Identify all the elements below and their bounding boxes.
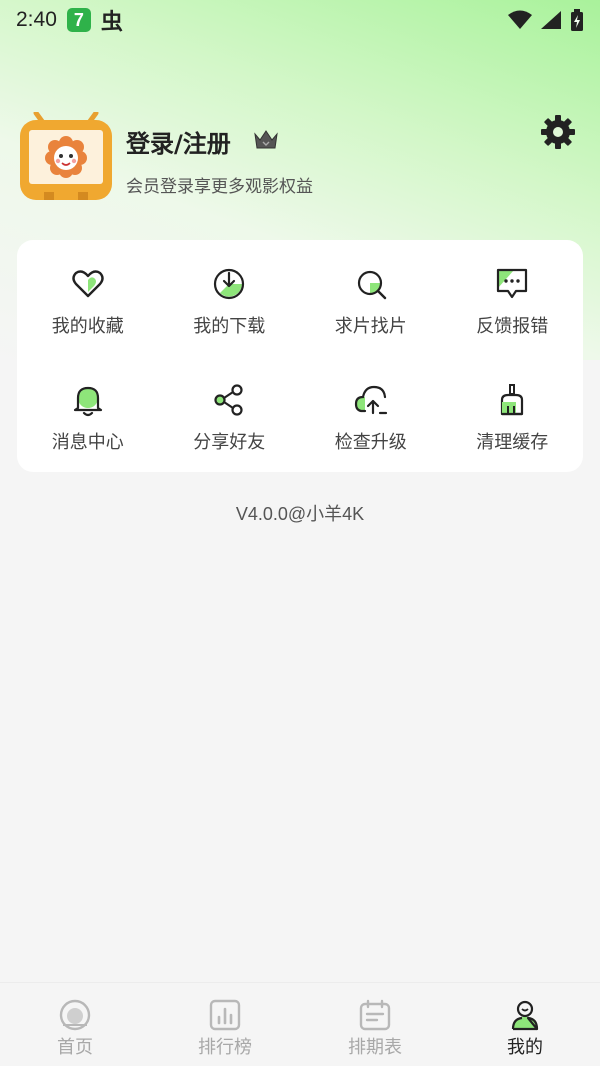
features-card: 我的收藏 我的下载 求片找片 反馈报错 消息中心 分享好友 检查升级 清理缓存 — [17, 240, 583, 472]
favorites-label: 我的收藏 — [51, 316, 124, 337]
avatar[interactable] — [16, 110, 116, 204]
login-register-link[interactable]: 登录/注册 — [126, 124, 231, 159]
nav-profile-label: 我的 — [507, 1037, 543, 1058]
wifi-icon — [508, 10, 532, 29]
nav-home[interactable]: 首页 — [0, 983, 150, 1066]
nav-schedule[interactable]: 排期表 — [300, 983, 450, 1066]
calendar-icon — [359, 999, 391, 1031]
battery-icon — [571, 9, 583, 31]
downloads-label: 我的下载 — [193, 316, 266, 337]
feedback-button[interactable]: 反馈报错 — [442, 240, 584, 356]
request-movie-label: 求片找片 — [334, 316, 407, 337]
check-update-label: 检查升级 — [334, 432, 407, 453]
nav-ranking[interactable]: 排行榜 — [150, 983, 300, 1066]
message-center-button[interactable]: 消息中心 — [17, 356, 159, 472]
share-label: 分享好友 — [193, 432, 266, 453]
profile-icon — [511, 1000, 539, 1031]
broom-icon — [501, 384, 524, 416]
message-center-label: 消息中心 — [51, 432, 124, 453]
app-notification-icon: 7 — [66, 8, 91, 32]
heart-icon — [72, 270, 104, 298]
download-icon — [214, 268, 245, 300]
gear-icon[interactable] — [540, 114, 576, 150]
nav-home-label: 首页 — [57, 1037, 93, 1058]
crown-icon — [254, 130, 278, 149]
version-text: V4.0.0@小羊4K — [235, 504, 365, 524]
search-icon — [357, 270, 386, 300]
signal-icon — [541, 11, 561, 29]
favorites-button[interactable]: 我的收藏 — [17, 240, 159, 356]
bell-icon — [73, 386, 102, 417]
downloads-button[interactable]: 我的下载 — [159, 240, 301, 356]
status-time: 2:40 — [16, 8, 57, 31]
member-benefits-text: 会员登录享更多观影权益 — [126, 177, 313, 197]
feedback-label: 反馈报错 — [476, 316, 549, 337]
home-icon — [59, 999, 91, 1031]
nav-profile[interactable]: 我的 — [450, 983, 600, 1066]
check-update-button[interactable]: 检查升级 — [300, 356, 442, 472]
nav-schedule-label: 排期表 — [348, 1037, 402, 1058]
clear-cache-label: 清理缓存 — [476, 432, 549, 453]
bug-icon: 虫 — [100, 10, 123, 35]
cloud-upload-icon — [354, 385, 387, 415]
share-button[interactable]: 分享好友 — [159, 356, 301, 472]
avatar-tv-icon — [20, 110, 112, 200]
nav-ranking-label: 排行榜 — [198, 1037, 252, 1058]
share-icon — [214, 384, 243, 416]
status-bar: 2:40 7 虫 — [0, 0, 600, 40]
request-movie-button[interactable]: 求片找片 — [300, 240, 442, 356]
bottom-nav: 首页 排行榜 排期表 我的 — [0, 982, 600, 1066]
feedback-icon — [497, 268, 528, 299]
chart-icon — [209, 999, 241, 1031]
status-indicators — [508, 9, 584, 31]
features-grid: 我的收藏 我的下载 求片找片 反馈报错 消息中心 分享好友 检查升级 清理缓存 — [17, 240, 583, 472]
clear-cache-button[interactable]: 清理缓存 — [442, 356, 584, 472]
